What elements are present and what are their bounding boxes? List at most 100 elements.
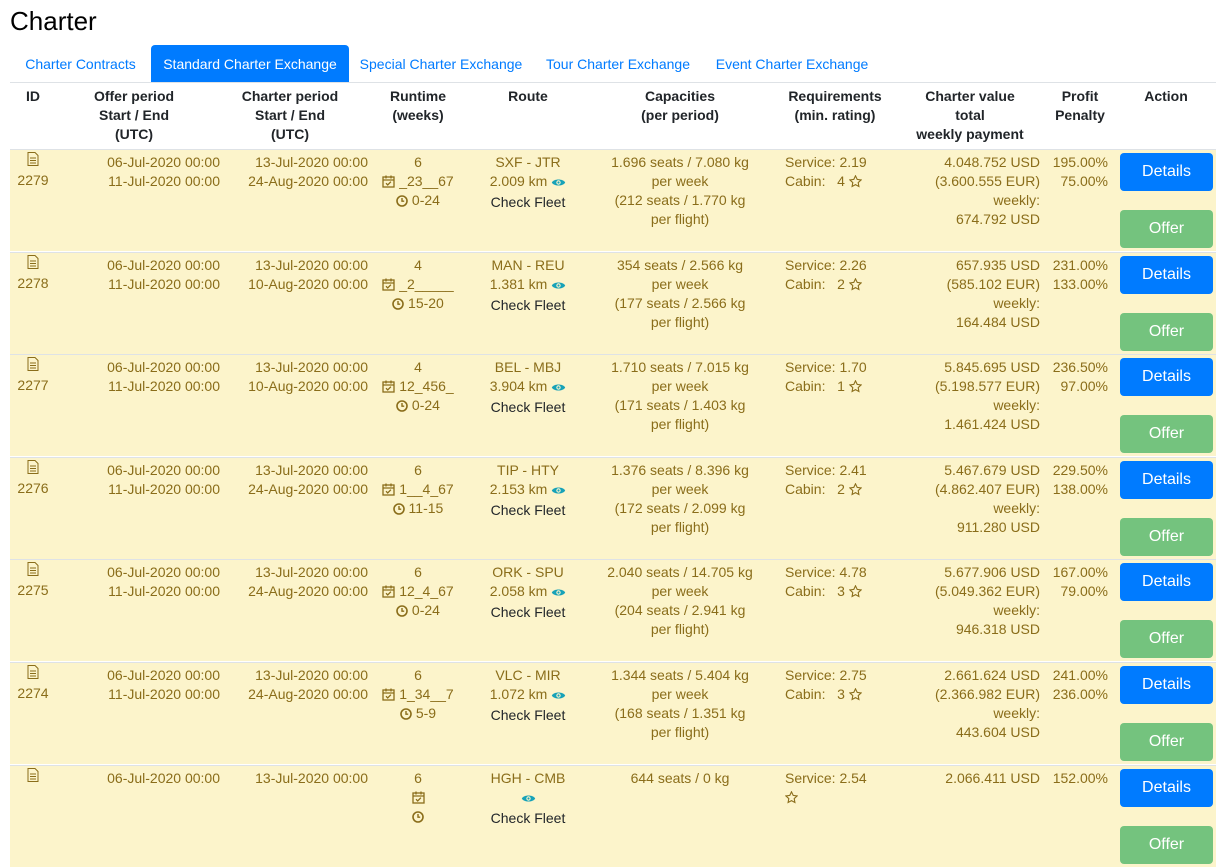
document-icon[interactable] [15,562,51,581]
route-distance: 1.072 km [468,685,588,704]
eye-icon[interactable] [521,793,536,804]
weekly-payment: 911.280 USD [956,518,1040,535]
route: HGH - CMB Check Fleet [468,769,588,828]
service-rating: Service: 1.70 [785,359,867,376]
offer-button[interactable]: Offer [1120,210,1213,248]
route-airports: BEL - MBJ [494,359,562,376]
details-button[interactable]: Details [1120,666,1213,704]
weekly-label: weekly: [993,192,1040,208]
check-fleet-link[interactable]: Check Fleet [468,501,588,520]
check-fleet-link[interactable]: Check Fleet [468,398,588,417]
check-fleet-link[interactable]: Check Fleet [468,809,588,828]
eye-icon[interactable] [551,382,566,393]
offer-start: 06-Jul-2020 00:00 [107,154,220,170]
document-icon[interactable] [15,254,51,274]
capacity-week-label: per week [651,275,709,292]
flight-hours: 0-24 [368,601,468,620]
tab-standard-charter-exchange[interactable]: Standard Charter Exchange [151,45,349,82]
header-runtime: Runtime (weeks) [390,88,446,123]
star-icon [848,175,862,188]
flight-days [368,788,468,807]
eye-icon[interactable] [551,177,566,188]
runtime-weeks: 6 [414,154,422,170]
route-distance: 2.153 km [468,480,588,499]
offer-end: 11-Jul-2020 00:00 [108,583,220,600]
route-airports: VLC - MIR [495,667,561,683]
capacity-flight: (204 seats / 2.941 kg [614,602,746,619]
document-icon[interactable] [15,357,51,376]
calendar-check-icon [382,380,395,393]
offer-period: 06-Jul-2020 00:00 11-Jul-2020 00:00 [70,563,220,601]
id-cell: 2274 [15,665,51,703]
profit-penalty: 236.50% 97.00% [1048,358,1108,396]
runtime: 6 12_4_67 0-24 [368,563,468,620]
table-row: 2276 06-Jul-2020 00:00 11-Jul-2020 00:00… [10,456,1216,559]
details-button[interactable]: Details [1120,358,1213,397]
tab-bar: Charter Contracts Standard Charter Excha… [10,45,1216,83]
capacity-flight-label: per flight) [650,518,710,535]
document-icon[interactable] [15,767,51,787]
flight-hours: 15-20 [368,294,468,313]
details-button[interactable]: Details [1120,255,1213,294]
flight-days: 12_4_67 [368,582,468,601]
flight-days: _23__67 [368,172,468,191]
eye-icon[interactable] [551,690,566,701]
runtime-weeks: 4 [414,256,422,273]
offer-start: 06-Jul-2020 00:00 [107,564,220,581]
eye-icon[interactable] [551,485,566,496]
tab-event-charter-exchange[interactable]: Event Charter Exchange [703,45,881,82]
check-fleet-link[interactable]: Check Fleet [468,193,588,212]
eye-icon[interactable] [551,280,566,291]
table-row: 2274 06-Jul-2020 00:00 11-Jul-2020 00:00… [10,662,1216,764]
check-fleet-link[interactable]: Check Fleet [468,603,588,622]
cabin-rating: Cabin: 3 [785,582,895,601]
requirements: Service: 4.78 Cabin: 3 [785,563,895,601]
capacity-week-label: per week [651,480,709,497]
charter-period: 13-Jul-2020 00:00 10-Aug-2020 00:00 [218,256,368,294]
offer-button[interactable]: Offer [1120,415,1213,454]
capacity-week-label: per week [651,583,709,600]
charter-id: 2274 [17,685,49,701]
capacity-week: 1.696 seats / 7.080 kg [611,154,749,170]
charter-period: 13-Jul-2020 00:00 24-Aug-2020 00:00 [218,461,368,499]
offer-button[interactable]: Offer [1120,517,1213,556]
charter-end: 24-Aug-2020 00:00 [248,583,368,600]
charter-id: 2276 [17,479,49,496]
tab-tour-charter-exchange[interactable]: Tour Charter Exchange [533,45,703,82]
tab-special-charter-exchange[interactable]: Special Charter Exchange [349,45,533,82]
route-distance: 3.904 km [468,377,588,396]
offer-button[interactable]: Offer [1120,312,1213,351]
profit-penalty: 195.00% 75.00% [1048,153,1108,191]
capacity-week: 354 seats / 2.566 kg [616,256,744,273]
tab-charter-contracts[interactable]: Charter Contracts [10,45,151,82]
route: SXF - JTR 2.009 km Check Fleet [468,153,588,212]
calendar-check-icon [382,175,395,188]
document-icon[interactable] [15,459,51,479]
profit-penalty: 231.00% 133.00% [1048,256,1108,294]
star-icon [848,585,862,598]
details-button[interactable]: Details [1120,153,1213,191]
check-fleet-link[interactable]: Check Fleet [468,706,588,725]
document-icon[interactable] [15,665,51,684]
details-button[interactable]: Details [1120,768,1213,807]
header-capacities: Capacities (per period) [641,88,719,123]
offer-button[interactable]: Offer [1120,620,1213,659]
value-usd: 2.661.624 USD [944,667,1040,683]
flight-hours: 0-24 [368,396,468,415]
penalty: 236.00% [1052,686,1108,702]
offer-start: 06-Jul-2020 00:00 [107,256,220,273]
runtime-weeks: 6 [414,564,422,581]
star-icon [785,790,798,804]
document-icon[interactable] [15,152,51,171]
details-button[interactable]: Details [1120,563,1213,602]
header-route: Route [508,88,548,104]
capacity-flight-label: per flight) [650,211,710,227]
details-button[interactable]: Details [1120,460,1213,499]
capacity-week: 1.376 seats / 8.396 kg [611,461,749,478]
check-fleet-link[interactable]: Check Fleet [468,296,588,315]
runtime-weeks: 4 [414,359,422,376]
offer-button[interactable]: Offer [1120,825,1213,864]
offer-button[interactable]: Offer [1120,723,1213,761]
eye-icon[interactable] [551,587,566,598]
clock-icon [392,502,405,515]
